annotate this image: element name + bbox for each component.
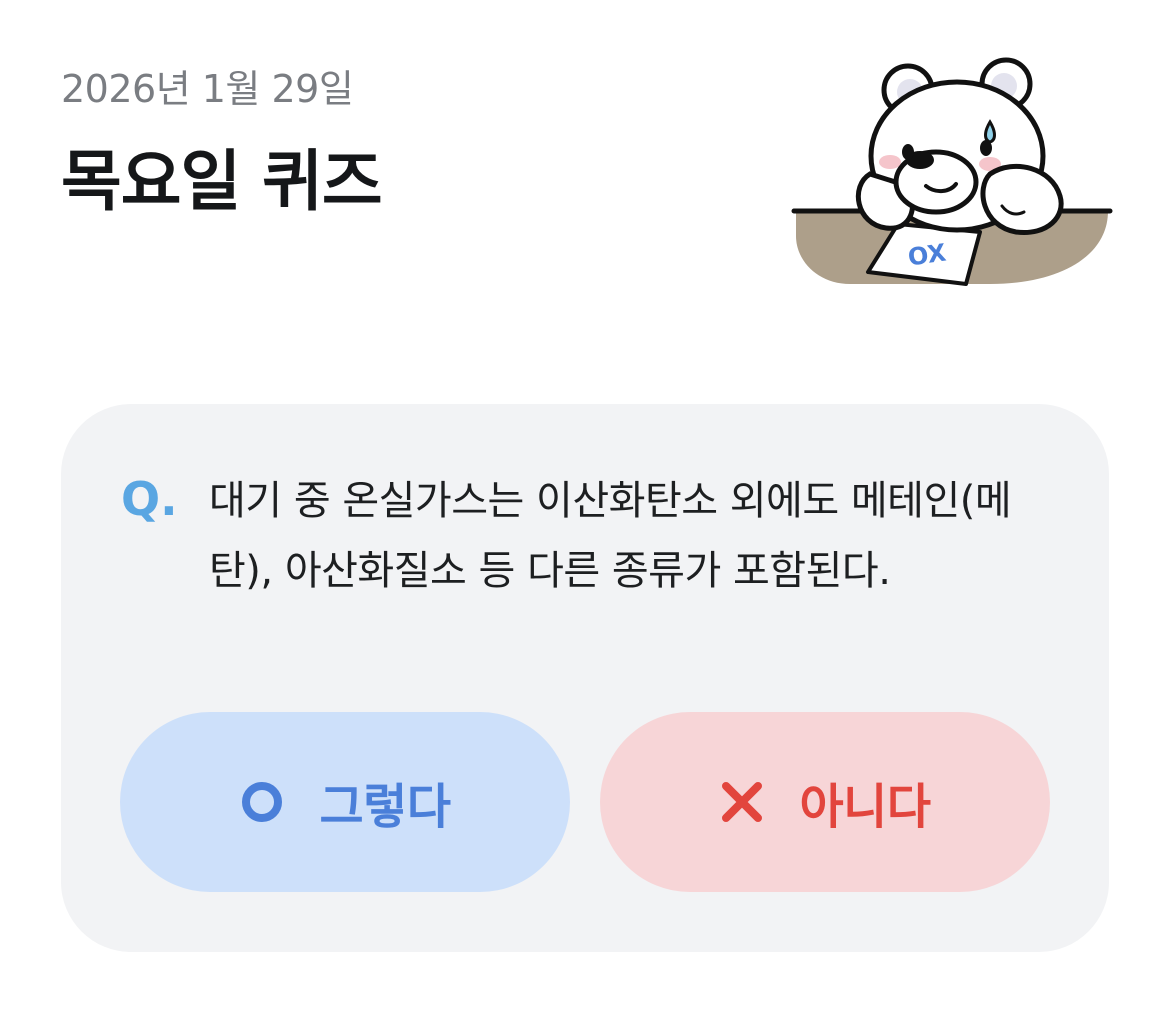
x-mark-icon (721, 782, 762, 822)
question-text: 대기 중 온실가스는 이산화탄소 외에도 메테인(메탄), 아산화질소 등 다른… (209, 478, 1012, 594)
paper-ox-text: OX (906, 238, 948, 271)
answer-false-label: 아니다 (799, 779, 931, 835)
answer-true-label: 그렇다 (319, 779, 451, 835)
date-label: 2026년 1월 29일 (61, 67, 354, 111)
page-title: 목요일 퀴즈 (61, 143, 383, 220)
quiz-card: Q. 대기 중 온실가스는 이산화탄소 외에도 메테인(메탄), 아산화질소 등… (61, 404, 1109, 952)
circle-o-icon (241, 782, 282, 822)
answer-false-button[interactable]: 아니다 (600, 712, 1050, 892)
bear-thinking-mascot: OX (791, 57, 1113, 286)
answer-true-button[interactable]: 그렇다 (120, 712, 570, 892)
question-marker: Q. (121, 472, 178, 526)
